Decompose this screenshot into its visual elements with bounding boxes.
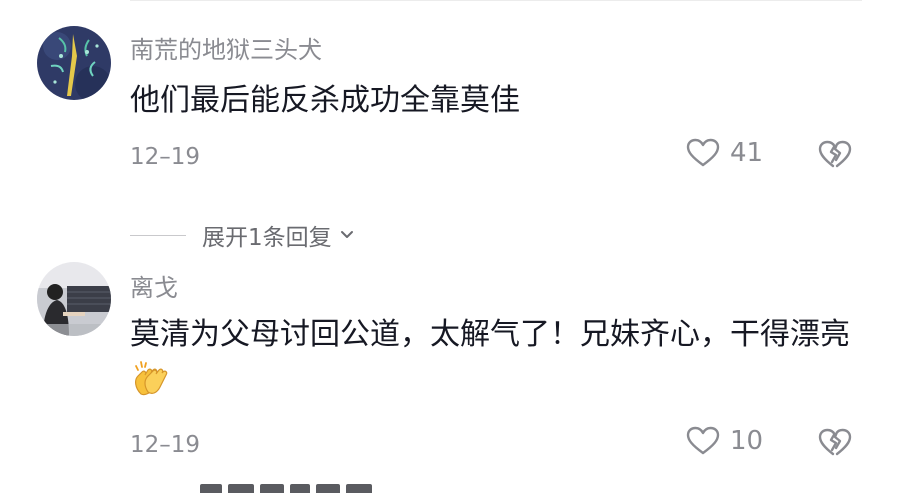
like-count: 10 <box>730 426 764 456</box>
clipped-glyph <box>228 484 254 493</box>
top-divider <box>130 0 862 1</box>
expand-replies-button[interactable]: 展开1条回复 <box>130 218 354 252</box>
avatar-image <box>37 262 111 336</box>
like-count: 41 <box>730 138 764 168</box>
avatar[interactable] <box>37 26 111 100</box>
like-button[interactable]: 41 <box>686 138 763 168</box>
clipped-glyph <box>316 484 340 493</box>
expand-divider <box>130 234 186 236</box>
comment-date: 12–19 <box>130 144 201 170</box>
clipped-glyph <box>290 484 310 493</box>
comment-text-content: 莫清为父母讨回公道，太解气了！兄妹齐心，干得漂亮 <box>130 317 850 352</box>
clapping-hands-emoji <box>132 360 170 410</box>
broken-heart-icon <box>818 140 852 168</box>
comment-username[interactable]: 南荒的地狱三头犬 <box>130 30 322 65</box>
comment-username[interactable]: 离戈 <box>130 268 178 303</box>
comment-text: 他们最后能反杀成功全靠莫佳 <box>130 78 860 124</box>
heart-outline-icon <box>686 426 720 455</box>
clipped-next-row <box>200 484 372 493</box>
clipped-glyph <box>260 484 284 493</box>
avatar[interactable] <box>37 262 111 336</box>
comment-text: 莫清为父母讨回公道，太解气了！兄妹齐心，干得漂亮 <box>130 312 860 410</box>
comment-date: 12–19 <box>130 432 201 458</box>
expand-replies-label: 展开1条回复 <box>202 225 332 251</box>
dislike-button[interactable] <box>818 140 852 174</box>
dislike-button[interactable] <box>818 428 852 462</box>
chevron-down-icon <box>340 231 353 238</box>
clipped-glyph <box>200 484 222 493</box>
like-button[interactable]: 10 <box>686 426 763 456</box>
comment-text-content: 他们最后能反杀成功全靠莫佳 <box>130 83 520 118</box>
avatar-image <box>37 26 111 100</box>
clipped-glyph <box>346 484 372 493</box>
heart-outline-icon <box>686 138 720 167</box>
broken-heart-icon <box>818 428 852 456</box>
